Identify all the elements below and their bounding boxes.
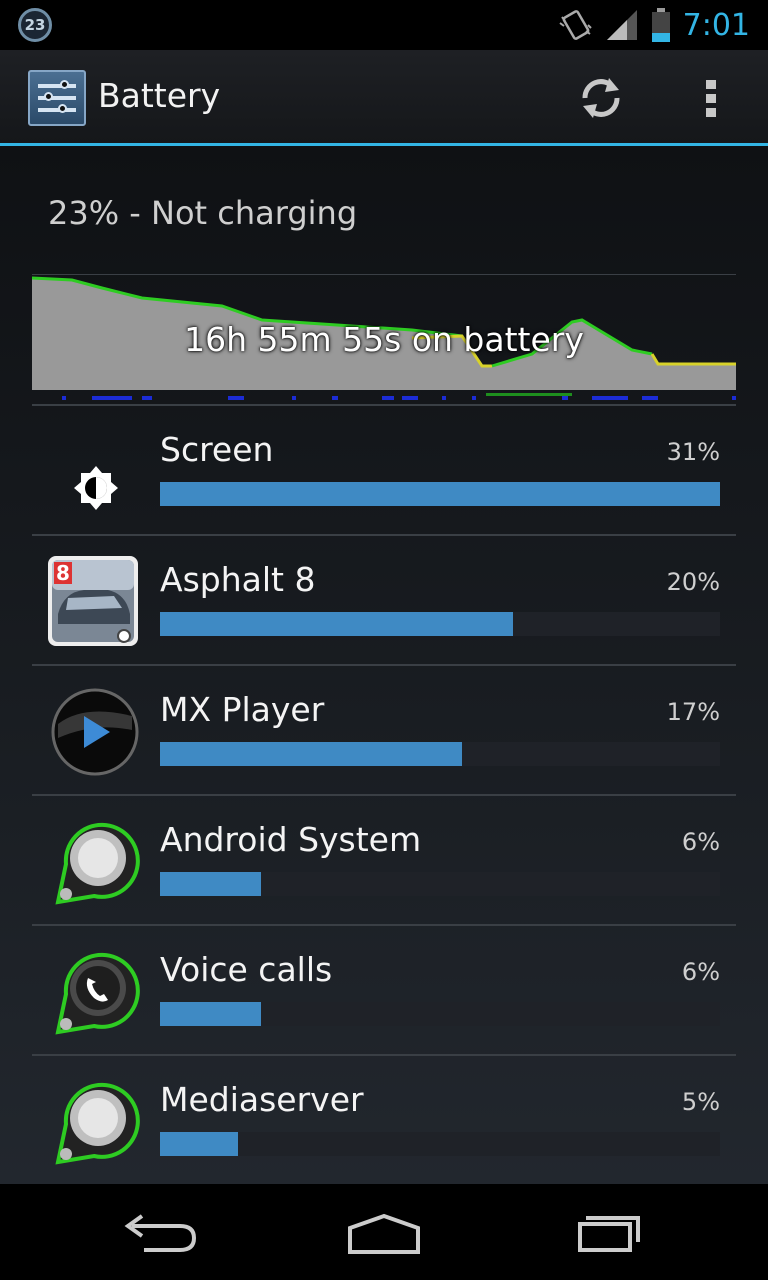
usage-bar-fill [160,742,463,766]
wake-lock-markers [62,396,736,400]
clock: 7:01 [682,7,750,43]
android-system-icon [55,822,140,905]
usage-bar [160,742,720,766]
usage-bar-fill [160,1002,261,1026]
notification-count: 23 [24,16,46,34]
svg-text:8: 8 [56,561,70,585]
item-percent: 6% [681,958,720,986]
voice-calls-icon [55,952,140,1035]
vibrate-icon [559,10,592,40]
usage-bar [160,1132,720,1156]
overflow-menu-icon[interactable] [688,74,736,122]
home-icon[interactable] [334,1202,434,1262]
usage-bar-fill [160,872,261,896]
battery-icon [651,8,670,42]
usage-bar-fill [160,612,513,636]
usage-item-screen[interactable]: Screen 31% [32,406,736,536]
item-percent: 5% [681,1088,720,1116]
item-percent: 20% [666,568,720,596]
usage-bar [160,1002,720,1026]
mediaserver-icon [55,1082,140,1165]
usage-bar [160,872,720,896]
usage-bar-fill [160,482,720,506]
action-bar: Battery [0,50,768,146]
notification-count-badge: 23 [18,8,52,42]
item-name: MX Player [160,690,325,729]
item-percent: 17% [666,698,720,726]
battery-level-line-yellow-2 [650,353,736,366]
item-percent: 31% [666,438,720,466]
back-icon[interactable] [110,1202,210,1262]
brightness-icon [74,466,118,510]
usage-item-android-system[interactable]: Android System 6% [32,796,736,926]
status-icons: 7:01 [559,0,750,50]
usage-bar [160,612,720,636]
usage-bar-fill [160,1132,239,1156]
navigation-bar [0,1184,768,1280]
settings-sliders-icon[interactable] [28,70,86,126]
battery-level-area [32,278,736,390]
recent-apps-icon[interactable] [558,1202,658,1262]
usage-item-asphalt-8[interactable]: 8 Asphalt 8 20% [32,536,736,666]
phone-signal-marker [486,393,572,396]
signal-icon [606,10,637,40]
item-name: Asphalt 8 [160,560,316,599]
mx-player-icon [51,688,139,776]
item-percent: 6% [681,828,720,856]
item-name: Voice calls [160,950,333,989]
battery-usage-list[interactable]: 23% - Not charging 16h 55m 55s on batter… [0,146,768,1184]
status-bar: 23 7:01 [0,0,768,50]
usage-item-voice-calls[interactable]: Voice calls 6% [32,926,736,1056]
usage-bar [160,482,720,506]
page-title: Battery [98,76,221,115]
item-name: Android System [160,820,422,859]
item-name: Screen [160,430,274,469]
refresh-icon[interactable] [575,72,627,124]
usage-item-mx-player[interactable]: MX Player 17% [32,666,736,796]
battery-status: 23% - Not charging [48,194,358,232]
battery-graph-svg [31,273,736,400]
asphalt-8-icon: 8 [48,556,138,646]
battery-history-graph[interactable]: 16h 55m 55s on battery [31,273,736,404]
usage-item-mediaserver[interactable]: Mediaserver 5% [32,1056,736,1184]
item-name: Mediaserver [160,1080,364,1119]
